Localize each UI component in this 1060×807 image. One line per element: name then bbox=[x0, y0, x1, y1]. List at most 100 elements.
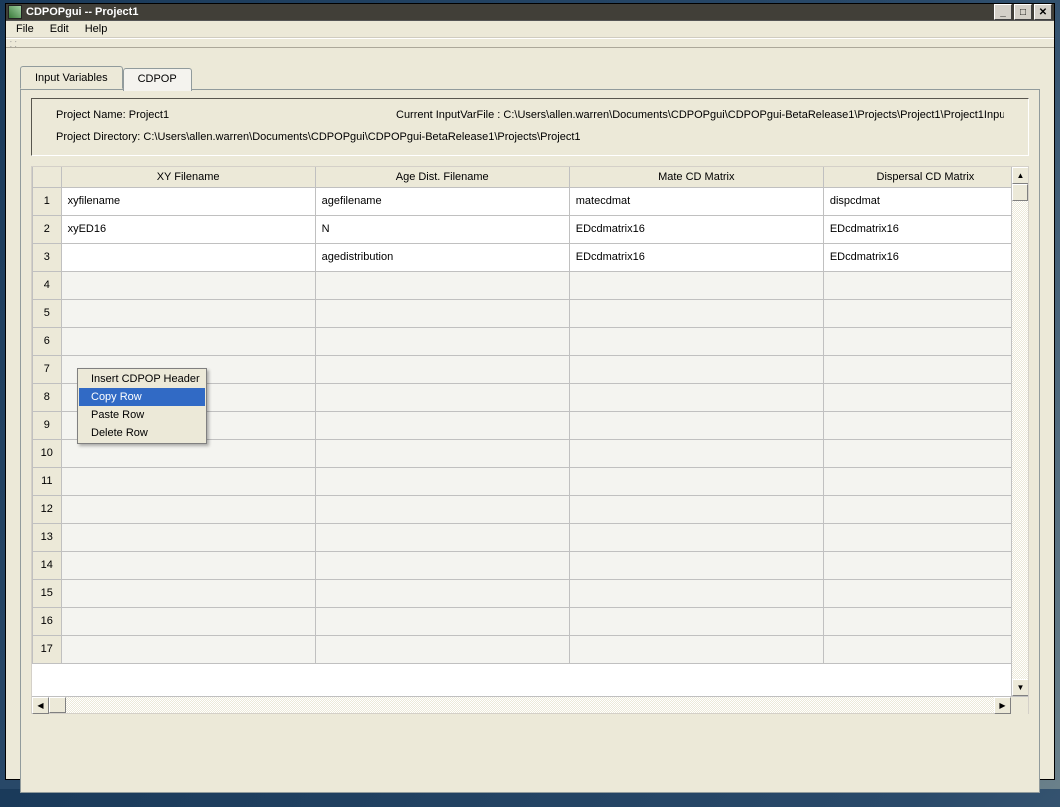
grid-cell[interactable] bbox=[823, 579, 1027, 607]
grid-cell[interactable] bbox=[823, 355, 1027, 383]
grid-cell[interactable] bbox=[61, 551, 315, 579]
column-header-xy-filename[interactable]: XY Filename bbox=[61, 167, 315, 187]
titlebar[interactable]: CDPOPgui -- Project1 _ □ ✕ bbox=[6, 4, 1054, 21]
grid-cell[interactable] bbox=[315, 383, 569, 411]
grid-cell[interactable] bbox=[823, 411, 1027, 439]
grid-cell[interactable] bbox=[823, 439, 1027, 467]
row-header[interactable]: 2 bbox=[33, 215, 62, 243]
context-paste-row[interactable]: Paste Row bbox=[79, 406, 205, 424]
menu-edit[interactable]: Edit bbox=[42, 21, 77, 37]
scroll-down-icon[interactable]: ▼ bbox=[1012, 679, 1028, 696]
grid-cell[interactable] bbox=[823, 635, 1027, 663]
row-header[interactable]: 11 bbox=[33, 467, 62, 495]
grid-cell[interactable] bbox=[823, 607, 1027, 635]
grid-cell[interactable] bbox=[61, 271, 315, 299]
toolbar-grip[interactable]: ⸬ bbox=[6, 38, 1054, 48]
grid-cell[interactable] bbox=[61, 495, 315, 523]
context-delete-row[interactable]: Delete Row bbox=[79, 424, 205, 442]
grid-cell[interactable] bbox=[569, 439, 823, 467]
scroll-right-icon[interactable]: ▶ bbox=[994, 697, 1011, 714]
grid-cell[interactable]: xyfilename bbox=[61, 187, 315, 215]
row-header[interactable]: 14 bbox=[33, 551, 62, 579]
vertical-scrollbar[interactable]: ▲ ▼ bbox=[1011, 167, 1028, 696]
grid-cell[interactable]: matecdmat bbox=[569, 187, 823, 215]
grid-cell[interactable] bbox=[569, 299, 823, 327]
tab-cdpop[interactable]: CDPOP bbox=[123, 68, 192, 91]
row-header[interactable]: 1 bbox=[33, 187, 62, 215]
scroll-left-icon[interactable]: ◀ bbox=[32, 697, 49, 714]
horizontal-scrollbar[interactable]: ◀ ▶ bbox=[32, 696, 1028, 713]
grid-cell[interactable] bbox=[315, 299, 569, 327]
row-header[interactable]: 8 bbox=[33, 383, 62, 411]
grid-cell[interactable] bbox=[315, 327, 569, 355]
grid-cell[interactable] bbox=[315, 579, 569, 607]
grid-cell[interactable] bbox=[569, 411, 823, 439]
row-header[interactable]: 3 bbox=[33, 243, 62, 271]
grid-cell[interactable] bbox=[315, 551, 569, 579]
grid-cell[interactable] bbox=[569, 523, 823, 551]
grid-cell[interactable]: EDcdmatrix16 bbox=[569, 215, 823, 243]
grid-cell[interactable]: xyED16 bbox=[61, 215, 315, 243]
column-header-dispersal-cd[interactable]: Dispersal CD Matrix bbox=[823, 167, 1027, 187]
grid-cell[interactable] bbox=[315, 355, 569, 383]
row-header[interactable]: 7 bbox=[33, 355, 62, 383]
grid-cell[interactable] bbox=[569, 495, 823, 523]
grid-cell[interactable] bbox=[823, 383, 1027, 411]
scroll-up-icon[interactable]: ▲ bbox=[1012, 167, 1028, 184]
grid-cell[interactable] bbox=[61, 243, 315, 271]
row-header[interactable]: 4 bbox=[33, 271, 62, 299]
grid-cell[interactable] bbox=[823, 523, 1027, 551]
maximize-button[interactable]: □ bbox=[1014, 4, 1032, 20]
minimize-button[interactable]: _ bbox=[994, 4, 1012, 20]
scroll-track-h[interactable] bbox=[49, 697, 994, 713]
grid-cell[interactable] bbox=[569, 383, 823, 411]
grid-cell[interactable]: agedistribution bbox=[315, 243, 569, 271]
menu-help[interactable]: Help bbox=[77, 21, 116, 37]
grid-cell[interactable] bbox=[315, 607, 569, 635]
grid-cell[interactable]: EDcdmatrix16 bbox=[823, 215, 1027, 243]
grid-cell[interactable] bbox=[569, 579, 823, 607]
row-header[interactable]: 16 bbox=[33, 607, 62, 635]
grid-cell[interactable]: EDcdmatrix16 bbox=[569, 243, 823, 271]
grid-cell[interactable]: N bbox=[315, 215, 569, 243]
grid-cell[interactable] bbox=[569, 355, 823, 383]
grid-corner[interactable] bbox=[33, 167, 62, 187]
tab-input-variables[interactable]: Input Variables bbox=[20, 66, 123, 89]
grid-cell[interactable]: dispcdmat bbox=[823, 187, 1027, 215]
grid-cell[interactable] bbox=[569, 635, 823, 663]
grid-cell[interactable] bbox=[315, 467, 569, 495]
grid-cell[interactable]: EDcdmatrix16 bbox=[823, 243, 1027, 271]
grid-cell[interactable] bbox=[569, 551, 823, 579]
grid-cell[interactable] bbox=[315, 439, 569, 467]
grid-cell[interactable] bbox=[315, 523, 569, 551]
grid-cell[interactable] bbox=[569, 327, 823, 355]
grid-cell[interactable] bbox=[315, 495, 569, 523]
grid-cell[interactable] bbox=[569, 467, 823, 495]
grid-cell[interactable] bbox=[823, 467, 1027, 495]
grid-cell[interactable] bbox=[61, 299, 315, 327]
row-header[interactable]: 12 bbox=[33, 495, 62, 523]
row-header[interactable]: 15 bbox=[33, 579, 62, 607]
menu-file[interactable]: File bbox=[8, 21, 42, 37]
grid-cell[interactable] bbox=[61, 635, 315, 663]
close-button[interactable]: ✕ bbox=[1034, 4, 1052, 20]
context-copy-row[interactable]: Copy Row bbox=[79, 388, 205, 406]
grid-cell[interactable] bbox=[61, 327, 315, 355]
grid-cell[interactable]: agefilename bbox=[315, 187, 569, 215]
context-insert-header[interactable]: Insert CDPOP Header bbox=[79, 370, 205, 388]
scroll-track-v[interactable] bbox=[1012, 184, 1028, 679]
row-header[interactable]: 17 bbox=[33, 635, 62, 663]
grid-cell[interactable] bbox=[823, 495, 1027, 523]
grid-cell[interactable] bbox=[823, 271, 1027, 299]
grid-cell[interactable] bbox=[315, 635, 569, 663]
row-header[interactable]: 5 bbox=[33, 299, 62, 327]
column-header-age-dist[interactable]: Age Dist. Filename bbox=[315, 167, 569, 187]
column-header-mate-cd[interactable]: Mate CD Matrix bbox=[569, 167, 823, 187]
row-header[interactable]: 9 bbox=[33, 411, 62, 439]
grid-cell[interactable] bbox=[569, 607, 823, 635]
row-header[interactable]: 10 bbox=[33, 439, 62, 467]
grid-cell[interactable] bbox=[569, 271, 823, 299]
grid-cell[interactable] bbox=[61, 467, 315, 495]
grid-cell[interactable] bbox=[61, 523, 315, 551]
grid-cell[interactable] bbox=[823, 327, 1027, 355]
